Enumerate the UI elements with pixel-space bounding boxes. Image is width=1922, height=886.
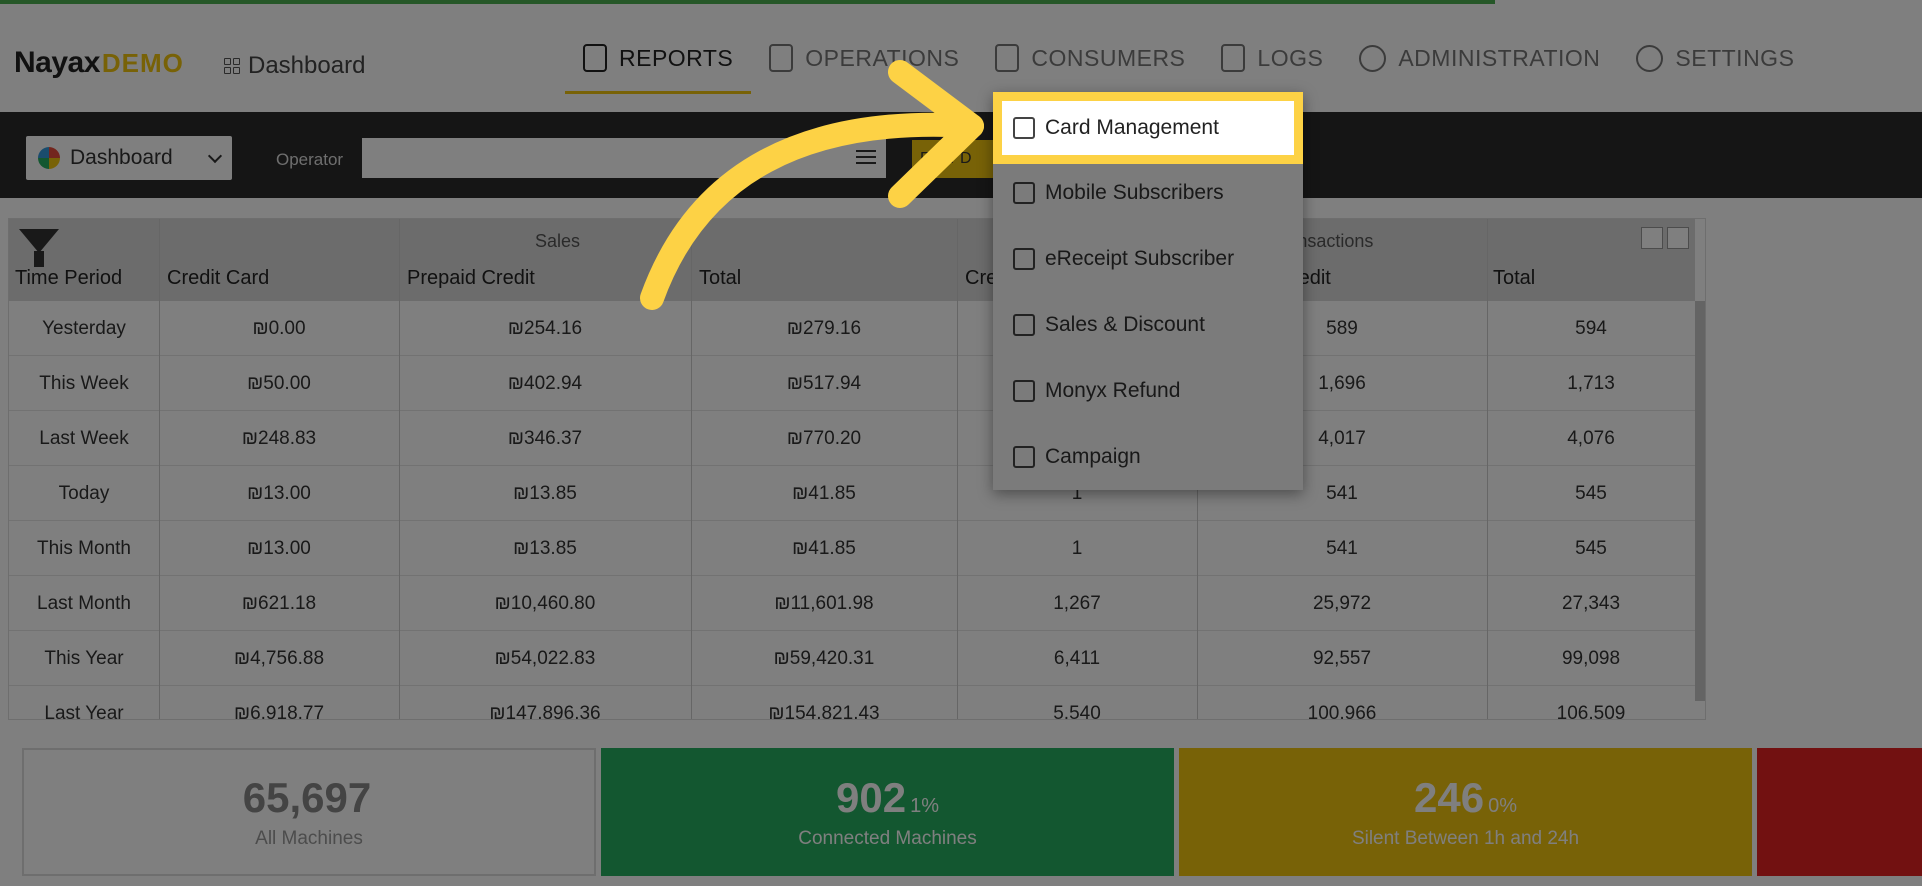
highlighted-card-management[interactable]: Card Management — [993, 92, 1303, 164]
highlighted-label: Card Management — [1045, 116, 1219, 139]
receipt-icon — [1013, 248, 1035, 270]
campaign-icon — [1013, 446, 1035, 468]
menu-item-label: Sales & Discount — [1045, 313, 1205, 336]
discount-icon — [1013, 314, 1035, 336]
tutorial-overlay — [0, 0, 1922, 886]
menu-item-label: eReceipt Subscriber — [1045, 247, 1235, 270]
refund-icon — [1013, 380, 1035, 402]
menu-item-sales-discount[interactable]: Sales & Discount — [993, 292, 1303, 358]
menu-item-label: Campaign — [1045, 445, 1141, 468]
menu-item-label: Mobile Subscribers — [1045, 181, 1224, 204]
menu-item-campaign[interactable]: Campaign — [993, 424, 1303, 490]
card-icon — [1013, 117, 1035, 139]
menu-item-monyx-refund[interactable]: Monyx Refund — [993, 358, 1303, 424]
menu-item-mobile-subscribers[interactable]: Mobile Subscribers — [993, 160, 1303, 226]
mobile-icon — [1013, 182, 1035, 204]
menu-item-label: Monyx Refund — [1045, 379, 1181, 402]
menu-item-ereceipt-subscriber[interactable]: eReceipt Subscriber — [993, 226, 1303, 292]
